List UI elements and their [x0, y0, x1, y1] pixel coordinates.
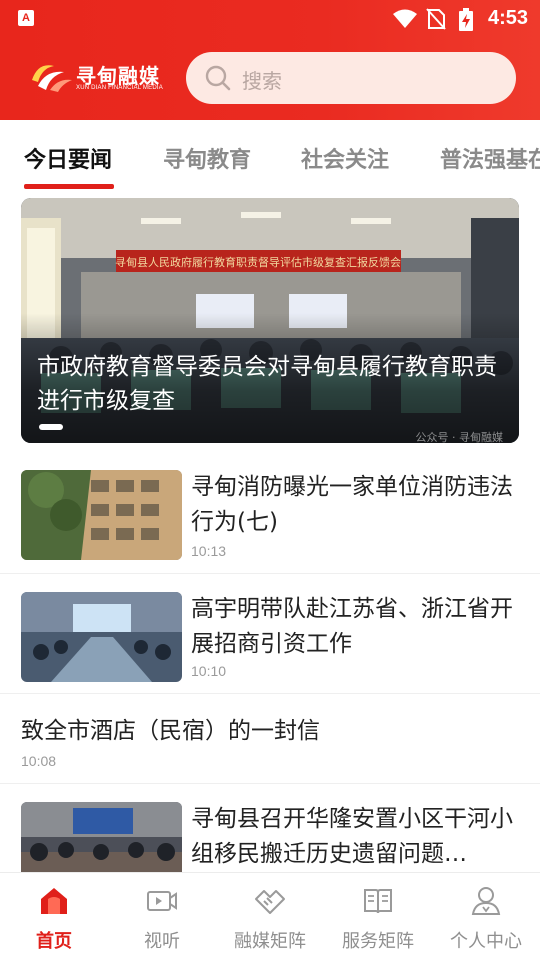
carousel-indicator: [39, 424, 63, 430]
news-item[interactable]: 高宇明带队赴江苏省、浙江省开展招商引资工作 10:10: [0, 574, 540, 694]
hero-watermark: 公众号 · 寻甸融媒: [415, 431, 504, 443]
tab-education[interactable]: 寻甸教育: [163, 142, 251, 174]
news-title: 寻甸县召开华隆安置小区干河小组移民搬迁历史遗留问题…: [191, 806, 513, 867]
search-icon: [205, 65, 231, 91]
wifi-icon: [393, 9, 417, 28]
news-item[interactable]: 寻甸县召开华隆安置小区干河小组移民搬迁历史遗留问题…: [0, 784, 540, 892]
hero-news-card[interactable]: 寻甸县人民政府履行教育职责督导评估市级复查汇报反馈会 市政府教育督导委员会对寻甸…: [21, 198, 519, 443]
search-placeholder: 搜索: [242, 69, 282, 93]
app-header: A 4:53 寻甸融媒 XUN DIAN FINANCIAL MEDIA 搜索: [0, 0, 540, 120]
status-bar: A 4:53: [0, 0, 540, 36]
nav-label: 视听: [144, 931, 180, 952]
video-icon: [147, 891, 177, 911]
battery-charging-icon: [459, 8, 473, 31]
tab-today-news[interactable]: 今日要闻: [24, 142, 112, 174]
status-time: 4:53: [487, 7, 528, 29]
home-icon: [41, 888, 67, 914]
nav-label: 融媒矩阵: [234, 931, 306, 952]
nav-home[interactable]: 首页: [0, 873, 108, 960]
handshake-icon: [255, 890, 285, 914]
news-time: 10:10: [191, 663, 227, 679]
app-notification-icon: A: [18, 10, 34, 26]
news-item[interactable]: 致全市酒店（民宿）的一封信 10:08: [0, 694, 540, 784]
book-icon: [364, 889, 392, 914]
nav-label: 服务矩阵: [342, 931, 414, 952]
tab-social[interactable]: 社会关注: [301, 142, 389, 174]
news-title: 致全市酒店（民宿）的一封信: [21, 718, 320, 744]
nav-video[interactable]: 视听: [108, 873, 216, 960]
news-time: 10:08: [21, 753, 57, 769]
tab-law[interactable]: 普法强基在: [440, 142, 540, 174]
search-bar[interactable]: 搜索: [186, 52, 516, 104]
news-thumbnail: [21, 592, 182, 682]
category-tabs: 今日要闻 寻甸教育 社会关注 普法强基在: [0, 120, 540, 190]
nav-media-matrix[interactable]: 融媒矩阵: [216, 873, 324, 960]
hero-banner-text: 寻甸县人民政府履行教育职责督导评估市级复查汇报反馈会: [115, 255, 401, 269]
no-sim-icon: [426, 8, 446, 30]
nav-label: 个人中心: [450, 931, 522, 952]
news-title: 高宇明带队赴江苏省、浙江省开展招商引资工作: [191, 596, 513, 657]
nav-label: 首页: [36, 931, 72, 952]
logo-mark-icon: [32, 65, 72, 92]
nav-profile[interactable]: 个人中心: [432, 873, 540, 960]
news-time: 10:13: [191, 543, 227, 559]
news-thumbnail: [21, 470, 182, 560]
bottom-navigation: 首页 视听 融媒矩阵 服务矩阵 个人中心: [0, 872, 540, 960]
news-title: 寻甸消防曝光一家单位消防违法行为(七): [191, 474, 513, 535]
nav-service-matrix[interactable]: 服务矩阵: [324, 873, 432, 960]
news-item[interactable]: 寻甸消防曝光一家单位消防违法行为(七) 10:13: [0, 454, 540, 574]
logo-subtitle: XUN DIAN FINANCIAL MEDIA: [76, 85, 163, 91]
app-logo: 寻甸融媒 XUN DIAN FINANCIAL MEDIA: [28, 58, 168, 98]
tab-indicator: [24, 184, 114, 189]
hero-title: 市政府教育督导委员会对寻甸县履行教育职责进行市级复查: [37, 354, 497, 414]
user-icon: [471, 887, 501, 915]
